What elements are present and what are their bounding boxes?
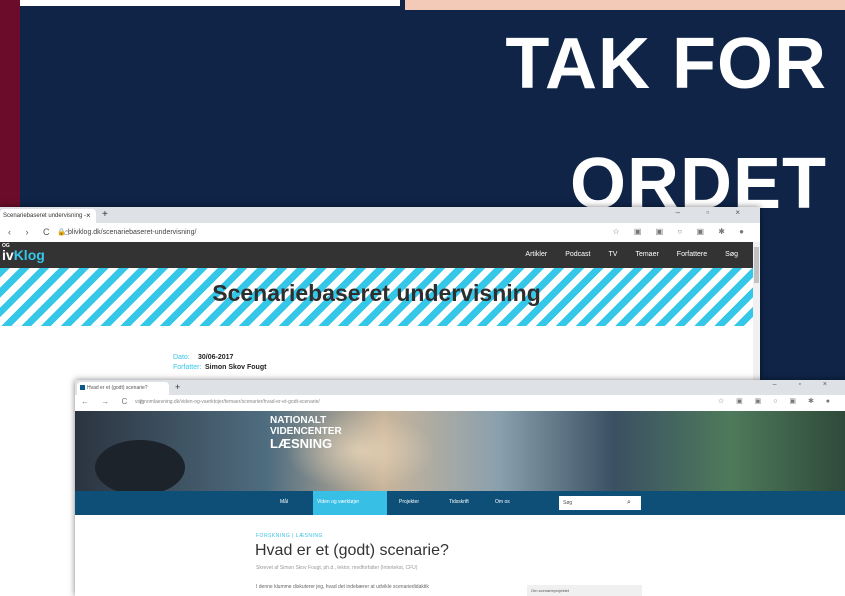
article-byline: Skrevet af Simon Skov Fougt, ph.d., lekt… [256,565,418,571]
tab-strip [75,380,845,395]
article-date: 30/06-2017 [198,354,234,361]
side-box-label[interactable]: Om scenarieprojektet [531,588,569,593]
logo-accent: Klog [13,247,45,263]
close-tab-icon[interactable]: × [86,209,91,223]
url-field[interactable]: videnomlaesning.dk/viden-og-vaerktojer/t… [135,399,320,405]
menu-item-forfattere[interactable]: Forfattere [677,251,707,258]
slide-title-line-1: TAK FOR [505,24,827,104]
author-label: Forfatter: [173,364,202,371]
date-label: Dato: [173,354,190,361]
nav-item-projekter[interactable]: Projekter [399,499,449,505]
article-author[interactable]: Simon Skov Fougt [205,364,266,371]
nav-item-om-os[interactable]: Om os [495,499,510,505]
extension-icons[interactable]: ☆ ▣ ▣ ○ ▣ ✱ ● [612,227,750,236]
window-controls[interactable]: – ▫ × [676,208,752,217]
tab-strip [0,207,760,223]
hero-photo [75,411,845,491]
menu-item-temaer[interactable]: Temaer [635,251,658,258]
new-tab-button[interactable]: + [102,208,108,222]
browser-window-videnomlaesning: Hvad er et (godt) scenarie? + – ▫ × ← → … [75,380,845,596]
extension-icons[interactable]: ☆ ▣ ▣ ○ ▣ ✱ ● [718,397,835,405]
article-heading: Hvad er et (godt) scenarie? [255,542,449,559]
menu-item-podcast[interactable]: Podcast [565,251,590,258]
nav-item-viden-og-vaerktojer[interactable]: Viden og værktøjer [313,499,399,505]
menu-item-sog[interactable]: Søg [725,251,738,258]
browser-tab[interactable]: Hvad er et (godt) scenarie? [77,382,169,395]
window-controls[interactable]: – ▫ × [773,381,837,388]
new-tab-button[interactable]: + [175,381,180,394]
brand-line-1: NATIONALT [270,415,327,426]
top-accent-white [20,0,400,6]
site-menu: Artikler Podcast TV Temaer Forfattere Sø… [525,251,738,258]
brand-line-3: LÆSNING [270,436,333,451]
scrollbar-thumb[interactable] [754,247,759,283]
navbar-items: Mål Viden og værktøjer Projekter Tidsskr… [280,499,510,505]
logo-main: iv [2,247,14,263]
article-lead: I denne klumme diskuterer jeg, hvad det … [256,584,429,590]
favicon-icon [80,385,85,390]
browser-tab[interactable]: Scenariebaseret undervisning - [0,209,96,223]
hero-photo-shape [95,440,185,495]
url-field[interactable]: blivklog.dk/scenariebaseret-undervisning… [68,229,196,236]
menu-item-artikler[interactable]: Artikler [525,251,547,258]
article-kicker: FORSKNING | LÆSNING [256,533,323,539]
nav-item-maal[interactable]: Mål [280,499,313,505]
lock-icon: 🔒 [57,229,66,236]
menu-item-tv[interactable]: TV [609,251,618,258]
search-icon[interactable]: ⌕ [627,496,631,510]
nav-item-tidsskrift[interactable]: Tidsskrift [449,499,495,505]
top-accent-peach [405,0,845,10]
site-logo[interactable]: ivKlog [2,247,45,263]
article-title: Scenariebaseret undervisning [212,280,541,306]
site-brand[interactable]: NATIONALT VIDENCENTER LÆSNING [270,415,342,451]
